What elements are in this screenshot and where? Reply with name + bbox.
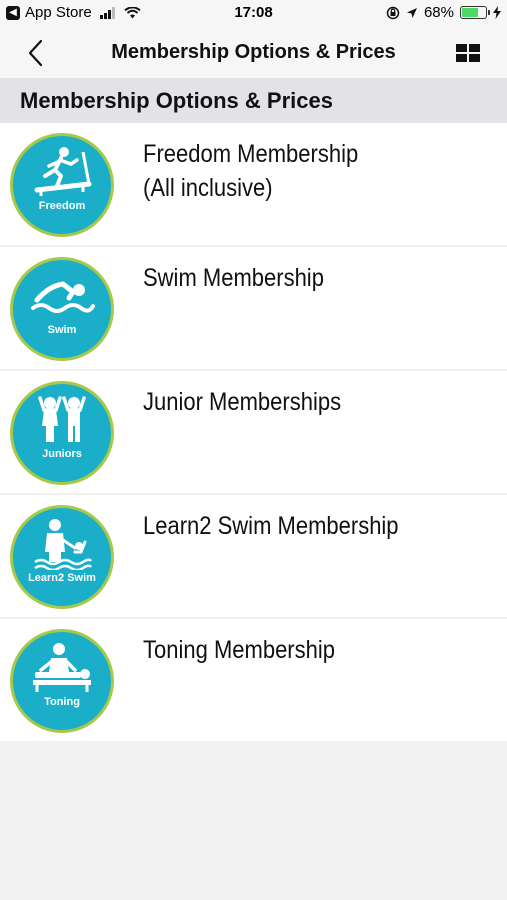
children-icon bbox=[38, 396, 86, 442]
location-icon bbox=[406, 7, 417, 18]
swim-badge: Swim bbox=[10, 257, 114, 361]
section-header: Membership Options & Prices bbox=[0, 78, 507, 123]
badge-caption: Juniors bbox=[42, 448, 82, 460]
section-header-title: Membership Options & Prices bbox=[20, 88, 333, 113]
swimmer-icon bbox=[31, 281, 95, 313]
list-item-freedom[interactable]: Freedom Freedom Membership (All inclusiv… bbox=[0, 123, 507, 247]
status-right: 68% bbox=[386, 4, 501, 21]
membership-subtitle: (All inclusive) bbox=[143, 174, 273, 202]
list-item-swim[interactable]: Swim Swim Membership bbox=[0, 247, 507, 371]
page-title: Membership Options & Prices bbox=[111, 41, 396, 63]
list-item-learn2swim[interactable]: Learn2 Swim Learn2 Swim Membership bbox=[0, 495, 507, 619]
badge-caption: Toning bbox=[44, 696, 80, 708]
status-bar: ◀ App Store 17:08 68% bbox=[0, 0, 507, 28]
grid-menu-icon[interactable] bbox=[455, 42, 481, 64]
juniors-badge: Juniors bbox=[10, 381, 114, 485]
treadmill-icon bbox=[34, 147, 92, 196]
membership-title: Swim Membership bbox=[143, 264, 324, 292]
membership-list: Freedom Freedom Membership (All inclusiv… bbox=[0, 123, 507, 741]
membership-title: Toning Membership bbox=[143, 636, 335, 664]
charging-icon bbox=[493, 6, 501, 19]
battery-percent: 68% bbox=[423, 4, 454, 21]
list-item-toning[interactable]: Toning Toning Membership bbox=[0, 619, 507, 741]
membership-title: Freedom Membership (All inclusive) bbox=[143, 137, 442, 205]
toning-badge: Toning bbox=[10, 629, 114, 733]
membership-title: Junior Memberships bbox=[143, 388, 342, 416]
list-item-juniors[interactable]: Juniors Junior Memberships bbox=[0, 371, 507, 495]
navigation-bar: Membership Options & Prices bbox=[0, 28, 507, 78]
freedom-badge: Freedom bbox=[10, 133, 114, 237]
learn2swim-badge: Learn2 Swim bbox=[10, 505, 114, 609]
orientation-lock-icon bbox=[386, 6, 400, 19]
membership-title: Learn2 Swim Membership bbox=[143, 512, 399, 540]
battery-icon bbox=[460, 6, 490, 19]
badge-caption: Freedom bbox=[38, 200, 86, 212]
toning-table-icon bbox=[33, 643, 91, 692]
badge-caption: Learn2 Swim bbox=[28, 572, 96, 584]
badge-caption: Swim bbox=[47, 324, 77, 336]
learn-to-swim-icon bbox=[34, 519, 93, 570]
